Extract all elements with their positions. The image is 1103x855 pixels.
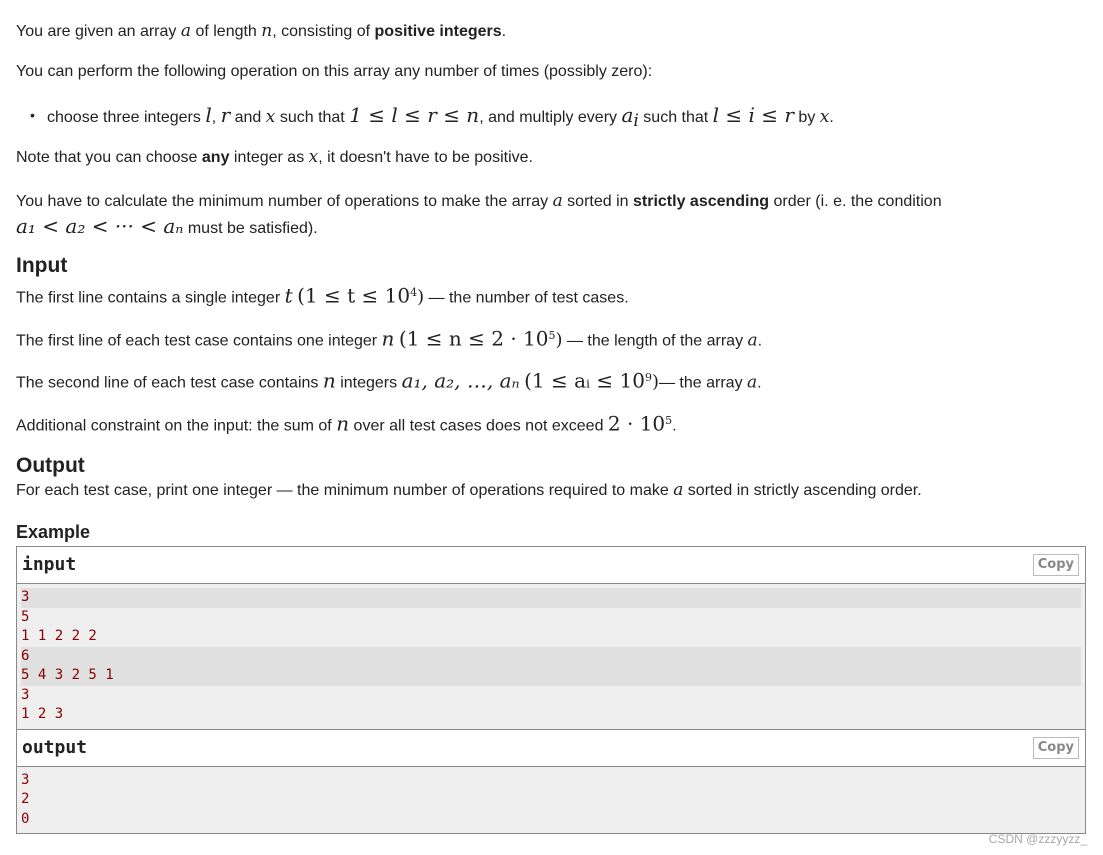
text: over all test cases does not exceed: [349, 417, 608, 435]
input-header: input Copy: [17, 547, 1085, 584]
operation-list: choose three integers l, r and x such th…: [30, 104, 834, 132]
bold-text: any: [201, 149, 230, 166]
input-line-2: The first line of each test case contain…: [16, 326, 762, 351]
text: The first line contains a single integer: [16, 289, 285, 307]
text: , and multiply every: [479, 109, 622, 126]
math-expression: (1 ≤ aᵢ ≤ 10: [524, 368, 645, 393]
text: The second line of each test case contai…: [16, 374, 323, 392]
math-expression: l ≤ i ≤ r: [712, 103, 794, 127]
text: must be satisfied).: [183, 220, 318, 237]
bold-text: strictly ascending: [633, 193, 770, 210]
text: For each test case, print one integer — …: [16, 482, 674, 499]
math-var: r: [220, 103, 231, 127]
math-var: n: [261, 21, 273, 41]
math-var: a: [180, 21, 191, 41]
math-var: a: [673, 480, 684, 500]
output-heading: Output: [16, 454, 85, 477]
math-paren: ): [555, 329, 563, 351]
watermark: CSDN @zzzyyzz_: [988, 832, 1087, 846]
text: choose three integers: [47, 109, 206, 126]
operation-item: choose three integers l, r and x such th…: [30, 104, 834, 132]
sample-test: input Copy 3 5 1 1 2 2 2 6 5 4 3 2 5 1 3…: [16, 546, 1086, 834]
text: — the number of test cases.: [424, 289, 629, 307]
math-expression: a₁, a₂, …, aₙ: [401, 368, 520, 393]
statement-paragraph-2: You can perform the following operation …: [16, 63, 653, 80]
math-var: x: [308, 147, 319, 167]
math-var: a: [621, 103, 634, 127]
math-var: a: [747, 330, 758, 351]
math-var: n: [336, 411, 350, 436]
text: The first line of each test case contain…: [16, 332, 382, 350]
text: integer as: [229, 149, 309, 166]
math-var: a: [552, 191, 563, 211]
text: sorted in strictly ascending order.: [683, 482, 922, 499]
text: .: [757, 332, 763, 350]
output-line: 0: [21, 810, 30, 827]
math-expression: 2 · 10: [607, 411, 666, 436]
text: .: [672, 417, 677, 435]
text: — the length of the array: [562, 332, 748, 350]
text: and: [230, 109, 266, 126]
text: Note that you can choose: [16, 149, 202, 166]
output-line-1: For each test case, print one integer — …: [16, 480, 922, 501]
math-exponent: 4: [410, 286, 418, 299]
example-title: Example: [16, 522, 91, 542]
math-expression: (1 ≤ n ≤ 2 · 10: [398, 326, 549, 351]
input-body: 3 5 1 1 2 2 2 6 5 4 3 2 5 1 3 1 2 3: [17, 584, 1085, 729]
statement-paragraph-1: You are given an array a of length n, co…: [16, 21, 506, 42]
math-var: x: [265, 107, 276, 127]
text: by: [793, 109, 820, 126]
input-line: 1 2 3: [21, 706, 64, 722]
input-line-1: The first line contains a single integer…: [16, 283, 629, 308]
text: , consisting of: [272, 23, 375, 40]
statement-paragraph-4: You have to calculate the minimum number…: [16, 189, 942, 241]
math-exponent: 5: [548, 329, 556, 342]
text: ,: [211, 109, 221, 126]
copy-output-button[interactable]: Copy: [1032, 736, 1079, 759]
input-label: input: [22, 554, 77, 575]
math-var: a: [747, 372, 758, 393]
text: , it doesn't have to be positive.: [318, 149, 533, 166]
input-line: 3: [21, 686, 30, 703]
math-expression: a₁ < a₂ < ··· < aₙ: [16, 214, 184, 238]
copy-input-button[interactable]: Copy: [1032, 554, 1079, 576]
bold-text: positive integers: [374, 23, 502, 40]
output-block: output Copy 3 2 0: [17, 728, 1085, 833]
text: integers: [335, 374, 402, 392]
text: .: [501, 23, 507, 40]
math-var: x: [819, 107, 830, 127]
input-line: 5: [21, 608, 30, 625]
math-exponent: 9: [644, 371, 652, 384]
text: .: [829, 109, 834, 126]
text: such that: [275, 109, 350, 126]
text: You are given an array: [16, 23, 181, 40]
text: — the array: [658, 374, 748, 392]
text: Additional constraint on the input: the …: [16, 417, 337, 435]
output-label: output: [22, 736, 88, 758]
input-line: 6: [21, 646, 1081, 666]
statement-paragraph-3: Note that you can choose any integer as …: [16, 147, 533, 168]
input-line: 5 4 3 2 5 1: [21, 666, 1081, 686]
math-expression: (1 ≤ t ≤ 10: [297, 283, 411, 308]
text: order (i. e. the condition: [769, 193, 942, 210]
output-line: 3: [21, 771, 30, 788]
input-line-4: Additional constraint on the input: the …: [16, 411, 677, 436]
math-paren: ): [651, 371, 659, 393]
math-expression: 1 ≤ l ≤ r ≤ n: [349, 103, 480, 127]
output-header: output Copy: [17, 729, 1085, 767]
output-body: 3 2 0: [17, 766, 1085, 833]
input-line: 1 1 2 2 2: [21, 628, 97, 644]
input-line-3: The second line of each test case contai…: [16, 368, 762, 393]
math-var: n: [381, 326, 395, 351]
text: such that: [638, 109, 713, 126]
text: of length: [191, 23, 262, 40]
input-heading: Input: [16, 254, 68, 277]
text: You have to calculate the minimum number…: [16, 193, 553, 210]
math-var: t: [284, 283, 293, 308]
text: sorted in: [562, 193, 633, 210]
math-var: n: [322, 368, 336, 393]
output-line: 2: [21, 791, 30, 807]
text: .: [757, 374, 762, 392]
input-line: 3: [21, 588, 1081, 608]
